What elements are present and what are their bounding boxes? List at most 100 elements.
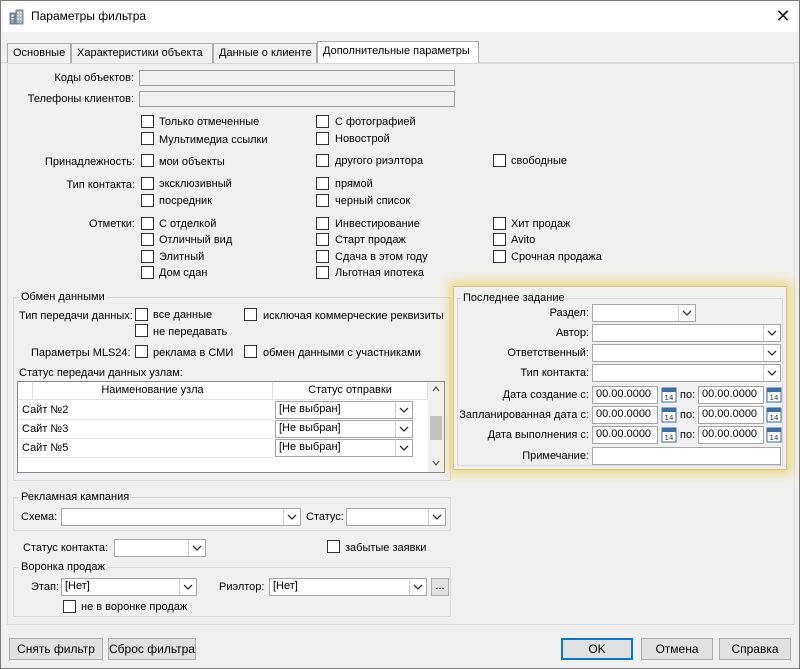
delivery-this-year-checkbox[interactable] [316,250,329,263]
realtor-combo[interactable]: [Нет] [269,578,427,596]
chevron-down-icon[interactable] [763,325,780,341]
new-building-checkbox[interactable] [316,132,329,145]
free-checkbox[interactable] [493,154,506,167]
my-objects-checkbox[interactable] [141,154,154,167]
chevron-down-icon[interactable] [763,365,780,381]
object-codes-input[interactable] [139,70,455,86]
created-from-input[interactable]: 00.00.0000 [592,386,658,404]
client-phones-input[interactable] [139,91,455,107]
stage-combo[interactable]: [Нет] [61,578,197,596]
planned-to-label: по: [680,409,696,421]
sales-start-label: Старт продаж [335,234,406,246]
table-row-node[interactable]: Сайт №5 [18,439,273,458]
row-status-combo[interactable]: [Не выбран] [275,420,413,438]
realtor-more-button[interactable]: ... [431,578,449,596]
urgent-sale-checkbox[interactable] [493,250,506,263]
chevron-down-icon[interactable] [188,540,205,556]
excellent-view-checkbox[interactable] [141,233,154,246]
scroll-thumb[interactable] [430,416,442,440]
chevron-down-icon[interactable] [395,402,412,418]
stage-label: Этап: [31,581,59,593]
calendar-icon[interactable]: 14 [661,426,677,444]
elite-checkbox[interactable] [141,250,154,263]
planned-to-input[interactable]: 00.00.0000 [698,406,764,424]
done-from-input[interactable]: 00.00.0000 [592,426,658,444]
chevron-down-icon[interactable] [678,305,695,321]
scroll-down-icon[interactable] [432,460,440,466]
close-icon[interactable]: ✕ [771,5,795,27]
help-button[interactable]: Справка [719,638,791,660]
row-status-value: [Не выбран] [279,422,341,434]
cancel-button[interactable]: Отмена [641,638,713,660]
exclude-commercial-label: исключая коммерческие реквизиты [263,310,444,322]
table-row-node[interactable]: Сайт №2 [18,401,273,420]
grid-scrollbar[interactable] [428,382,444,472]
all-data-checkbox[interactable] [135,308,148,321]
chevron-down-icon[interactable] [179,579,196,595]
campaign-status-combo[interactable] [346,508,446,526]
done-to-input[interactable]: 00.00.0000 [698,426,764,444]
reset-filter-button[interactable]: Сброс фильтра [108,638,196,660]
row-status-combo[interactable]: [Не выбран] [275,439,413,457]
tab-client-data[interactable]: Данные о клиенте [213,43,317,63]
ok-button[interactable]: OK [561,638,633,660]
avito-checkbox[interactable] [493,233,506,246]
chevron-down-icon[interactable] [409,579,426,595]
multimedia-links-checkbox[interactable] [141,132,154,145]
done-to-label: по: [680,429,696,441]
tab-object-characteristics[interactable]: Характеристики объекта [71,43,213,63]
chevron-down-icon[interactable] [428,509,445,525]
note-input[interactable] [592,447,781,465]
sales-start-checkbox[interactable] [316,233,329,246]
scroll-up-icon[interactable] [432,386,440,392]
remove-filter-button[interactable]: Снять фильтр [9,638,103,660]
ad-in-media-checkbox[interactable] [135,345,148,358]
house-delivered-checkbox[interactable] [141,266,154,279]
calendar-icon[interactable]: 14 [766,386,782,404]
svg-text:14: 14 [665,414,674,422]
calendar-icon[interactable]: 14 [661,386,677,404]
avito-label: Avito [511,234,536,246]
row-status-combo[interactable]: [Не выбран] [275,401,413,419]
planned-from-input[interactable]: 00.00.0000 [592,406,658,424]
not-in-funnel-checkbox[interactable] [63,600,76,613]
with-finish-checkbox[interactable] [141,217,154,230]
responsible-combo[interactable] [592,344,781,362]
tab-additional-params[interactable]: Дополнительные параметры [317,41,479,64]
exclusive-checkbox[interactable] [141,177,154,190]
direct-checkbox[interactable] [316,177,329,190]
author-combo[interactable] [592,324,781,342]
window-title: Параметры фильтра [31,9,147,23]
new-building-label: Новострой [335,133,390,145]
only-marked-checkbox[interactable] [141,115,154,128]
col-send-status[interactable]: Статус отправки [273,382,428,400]
calendar-icon[interactable]: 14 [766,406,782,424]
chevron-down-icon[interactable] [283,509,300,525]
contact-status-combo[interactable] [114,539,206,557]
investment-checkbox[interactable] [316,217,329,230]
preferential-mortgage-checkbox[interactable] [316,266,329,279]
other-realtor-checkbox[interactable] [316,154,329,167]
realtor-value: [Нет] [273,580,298,592]
intermediary-checkbox[interactable] [141,194,154,207]
table-row-node[interactable]: Сайт №3 [18,420,273,439]
exclude-commercial-checkbox[interactable] [244,308,257,321]
calendar-icon[interactable]: 14 [766,426,782,444]
chevron-down-icon[interactable] [395,421,412,437]
created-to-input[interactable]: 00.00.0000 [698,386,764,404]
exchange-participants-checkbox[interactable] [244,345,257,358]
hit-sales-checkbox[interactable] [493,217,506,230]
with-photo-checkbox[interactable] [316,115,329,128]
chevron-down-icon[interactable] [763,345,780,361]
blacklist-checkbox[interactable] [316,194,329,207]
scheme-combo[interactable] [61,508,301,526]
section-combo[interactable] [592,304,696,322]
do-not-transfer-checkbox[interactable] [135,324,148,337]
node-status-grid: Наименование узла Статус отправки Сайт №… [17,381,445,473]
tab-basic[interactable]: Основные [7,43,71,63]
col-node-name[interactable]: Наименование узла [33,382,273,400]
chevron-down-icon[interactable] [395,440,412,456]
calendar-icon[interactable]: 14 [661,406,677,424]
task-contact-type-combo[interactable] [592,364,781,382]
forgotten-requests-checkbox[interactable] [327,540,340,553]
